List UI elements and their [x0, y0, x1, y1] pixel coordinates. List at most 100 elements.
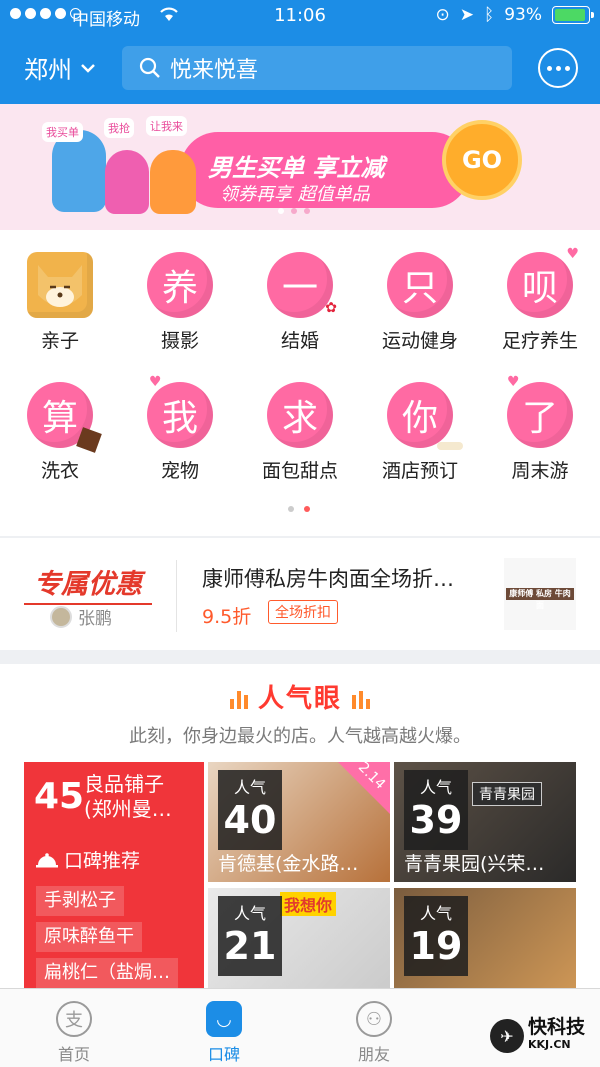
bubble-icon: 求	[267, 382, 333, 448]
search-icon	[139, 57, 160, 78]
category-qinzi[interactable]: 亲子	[0, 252, 120, 353]
category-sheying[interactable]: 养 摄影	[120, 252, 240, 353]
watermark: ✈ 快科技 KKJ.CN	[490, 1012, 594, 1060]
offer-discount: 9.5折	[202, 606, 252, 628]
popularity-badge: 人气 19	[404, 896, 468, 976]
package-label: 我想你	[280, 892, 337, 916]
app-screen: 中国移动 11:06 ⊙ ➤ ᛒ 93% 郑州 悦来悦喜 我买单 我抢 让我来 …	[0, 0, 600, 1067]
chevron-down-icon	[81, 63, 95, 73]
banner-go-heart: GO	[442, 120, 522, 200]
bluetooth-icon: ᛒ	[484, 5, 495, 25]
rose-bubble-icon: 一 ✿	[267, 252, 337, 318]
recommend-label: 口碑推荐	[36, 846, 140, 873]
city-selector[interactable]: 郑州	[24, 50, 96, 85]
popular-section: 人气眼 此刻，你身边最火的店。人气越高越火爆。 45 良品铺子 (郑州曼… 口碑…	[0, 664, 600, 1008]
more-button[interactable]	[538, 48, 578, 88]
category-label: 面包甜点	[261, 460, 338, 482]
tab-koubei[interactable]: ◡ 口碑	[174, 1001, 274, 1065]
store-tile[interactable]: 2.14 人气 40 肯德基(金水路…	[208, 762, 390, 882]
offer-title: 康师傅私房牛肉面全场折…	[202, 567, 454, 591]
store-tile[interactable]: 青青果园 人气 39 青青果园(兴荣…	[394, 762, 576, 882]
status-bar: 中国移动 11:06 ⊙ ➤ ᛒ 93%	[0, 0, 600, 34]
search-placeholder: 悦来悦喜	[170, 58, 259, 83]
bars-icon	[229, 690, 248, 709]
banner-tag: 我买单	[42, 122, 83, 142]
heart-bubble-icon: 养	[147, 252, 213, 318]
tab-label: 朋友	[357, 1045, 390, 1064]
featured-store-name: 良品铺子 (郑州曼…	[84, 772, 172, 821]
banner-title: 男生买单 享立减	[208, 154, 385, 182]
exclusive-offer-card[interactable]: 专属优惠 康师傅私房牛肉面全场折… 9.5折 全场折扣 康师傅 私房 牛肉面	[0, 538, 600, 650]
store-sign: 青青果园	[472, 782, 542, 806]
category-chongwu[interactable]: 我 ♥ 宠物	[120, 374, 240, 483]
category-label: 周末游	[511, 460, 569, 482]
tab-label: 口碑	[207, 1045, 240, 1064]
banner-tag: 我抢	[104, 118, 134, 138]
featured-store-card[interactable]: 45 良品铺子 (郑州曼… 口碑推荐 手剥松子 原味醉鱼干 扁桃仁（盐焗…	[24, 762, 204, 994]
avatar	[50, 605, 72, 628]
popularity-badge: 人气 40	[218, 770, 282, 850]
banner-character-orange	[150, 150, 196, 214]
offer-badge: 全场折扣	[268, 600, 338, 624]
category-label: 摄影	[160, 330, 199, 352]
featured-score: 45	[34, 776, 85, 817]
banner-subtitle: 领券再享 超值单品	[220, 184, 370, 205]
heart-bubble-icon: 我 ♥	[147, 374, 213, 448]
banner-character-pink	[105, 150, 149, 214]
category-mianbao[interactable]: 求 面包甜点	[240, 382, 360, 483]
divider	[176, 560, 177, 632]
category-xiyi[interactable]: 算 洗衣	[0, 382, 120, 483]
popular-subtitle: 此刻，你身边最火的店。人气越高越火爆。	[129, 726, 471, 747]
popularity-badge: 人气 21	[218, 896, 282, 976]
category-label: 运动健身	[381, 330, 458, 352]
dish-item[interactable]: 原味醉鱼干	[36, 922, 142, 952]
banner-pager	[278, 208, 310, 214]
offer-user: 张鹏	[50, 604, 112, 629]
chocolate-bubble-icon: 算	[27, 382, 102, 453]
bone-bubble-icon: 你	[387, 382, 463, 450]
category-zuliao[interactable]: 呗 ♥ 足疗养生	[480, 246, 600, 353]
offer-thumbnail: 康师傅 私房 牛肉面	[504, 558, 576, 630]
tab-friends[interactable]: ⚇ 朋友	[324, 1001, 424, 1065]
bars-icon	[352, 690, 370, 709]
tab-label: 首页	[57, 1045, 90, 1064]
category-zhoumo[interactable]: 了 ♥ 周末游	[480, 374, 600, 483]
battery-icon	[552, 6, 594, 24]
city-name: 郑州	[24, 56, 72, 84]
dish-item[interactable]: 扁桃仁（盐焗…	[36, 958, 178, 988]
category-label: 宠物	[160, 460, 199, 482]
store-name: 青青果园(兴荣…	[404, 853, 545, 875]
category-label: 足疗养生	[501, 330, 578, 352]
alipay-icon: 支	[56, 1001, 92, 1037]
category-label: 酒店预订	[381, 460, 458, 482]
friends-icon: ⚇	[356, 1001, 392, 1037]
tab-home[interactable]: 支 首页	[24, 1001, 124, 1065]
shiba-dog-icon	[27, 252, 93, 318]
store-name: 肯德基(金水路…	[218, 853, 359, 875]
grid-pager	[288, 506, 310, 512]
category-label: 洗衣	[40, 460, 79, 482]
koubei-icon: ◡	[206, 1001, 242, 1037]
category-label: 结婚	[280, 330, 319, 352]
banner-tag: 让我来	[146, 116, 187, 136]
category-jiehun[interactable]: 一 ✿ 结婚	[240, 252, 360, 353]
category-label: 亲子	[40, 330, 79, 352]
heart-bubble-icon: 呗 ♥	[507, 246, 579, 318]
exclusive-offer-logo: 专属优惠	[24, 562, 152, 605]
location-icon: ➤	[459, 5, 474, 25]
offer-user-name: 张鹏	[78, 609, 112, 629]
category-grid: 亲子 养 摄影 一 ✿ 结婚 只 运动健身 呗 ♥ 足疗养生 算 洗衣 我 ♥ 宠物 …	[0, 230, 600, 536]
banner-character-blue	[52, 130, 106, 212]
popular-title: 人气眼	[0, 678, 600, 715]
dish-item[interactable]: 手剥松子	[36, 886, 124, 916]
lock-rotation-icon: ⊙	[435, 5, 450, 25]
bubble-icon: 只	[387, 252, 453, 318]
battery-percent: 93%	[504, 5, 542, 25]
category-yundong[interactable]: 只 运动健身	[360, 252, 480, 353]
cloche-icon	[36, 852, 58, 867]
search-input[interactable]: 悦来悦喜	[122, 46, 512, 90]
more-icon	[546, 65, 552, 71]
category-jiudian[interactable]: 你 酒店预订	[360, 382, 480, 483]
popularity-badge: 人气 39	[404, 770, 468, 850]
heart-bubble-icon: 了 ♥	[507, 374, 573, 448]
